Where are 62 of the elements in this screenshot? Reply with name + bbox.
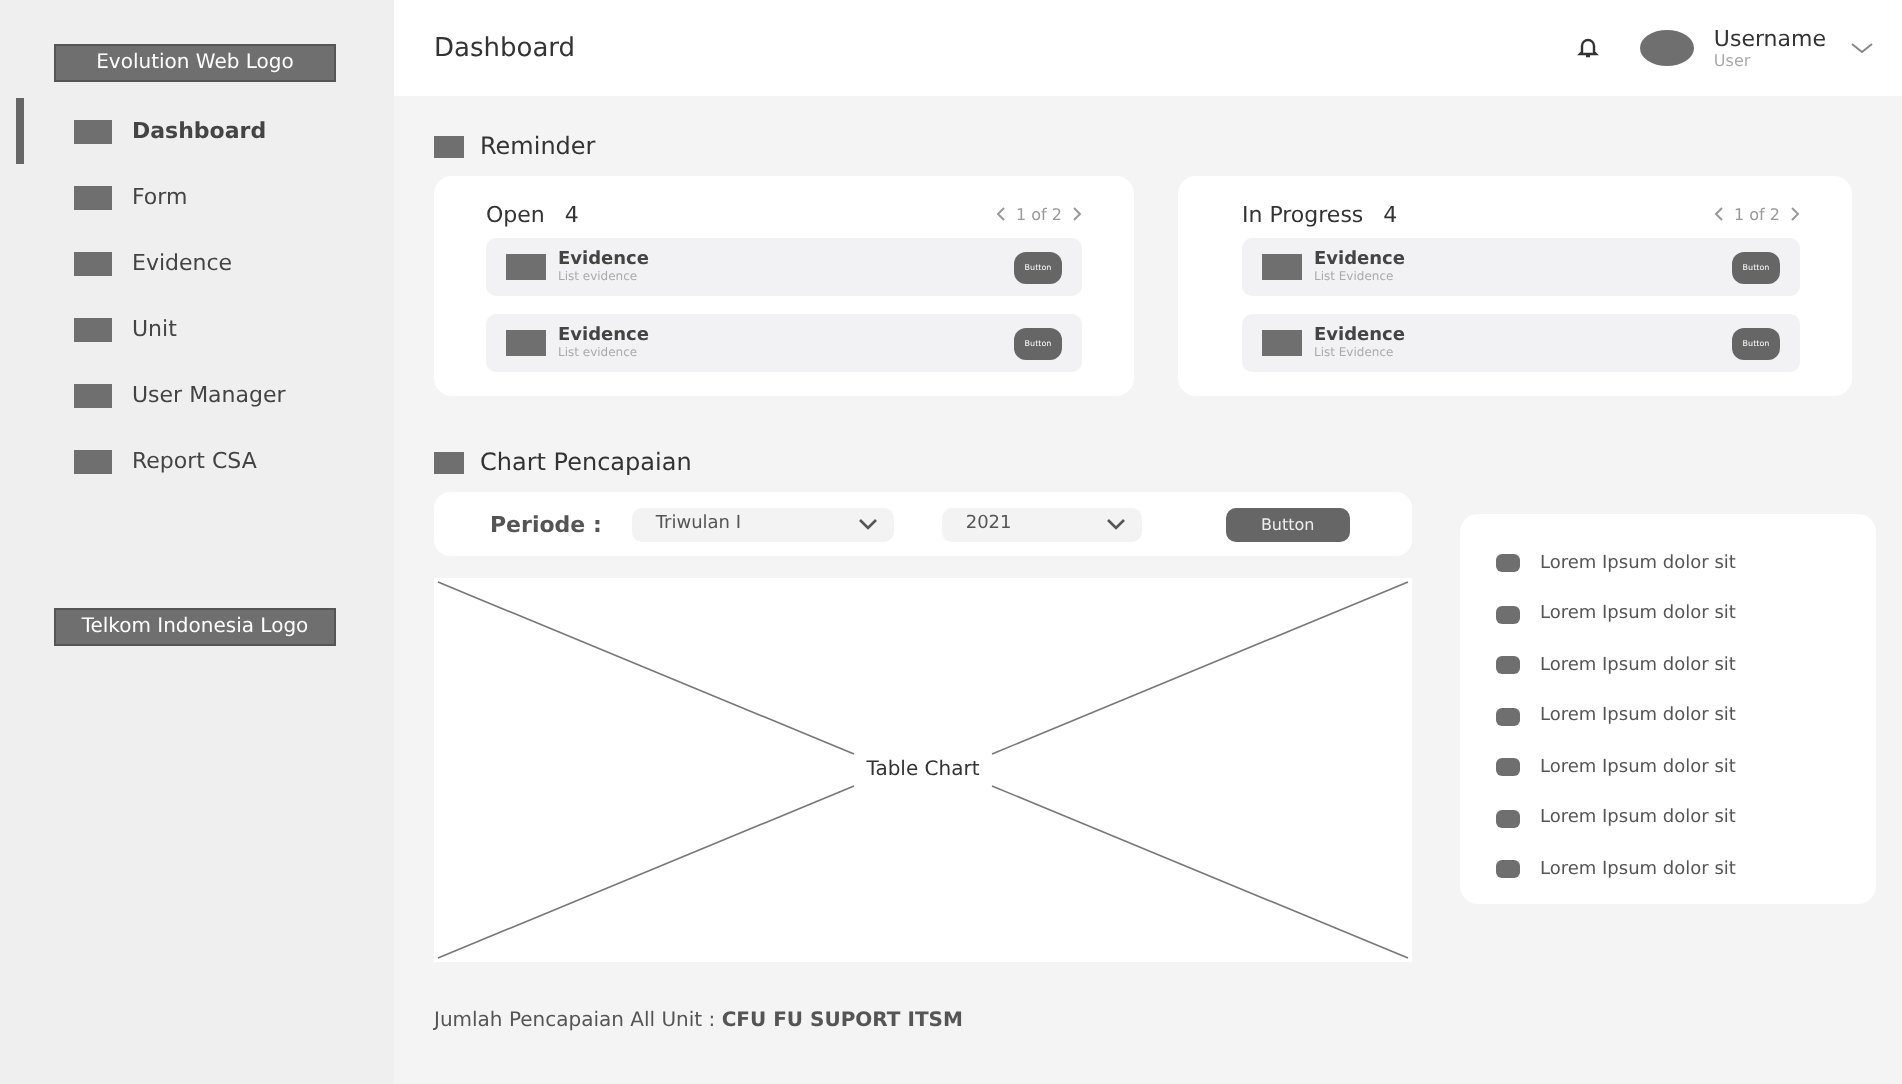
placeholder-icon	[1262, 254, 1302, 280]
chevron-left-icon[interactable]	[996, 206, 1009, 222]
placeholder-icon	[74, 251, 112, 275]
card-title: In Progress	[1242, 201, 1364, 227]
user-role: User	[1713, 52, 1753, 70]
dropdown[interactable]: Triwulan I	[631, 507, 894, 541]
section-title: Reminder	[480, 132, 596, 160]
chevron-down-icon[interactable]	[1850, 40, 1874, 56]
legend-marker	[1496, 860, 1520, 879]
legend-label: Lorem Ipsum dolor sit	[1540, 655, 1736, 676]
item-title: Evidence	[1314, 326, 1407, 346]
sidebar-item[interactable]: Unit	[0, 296, 394, 362]
filter-button[interactable]: Button	[1225, 507, 1350, 541]
section-title: Chart Pencapaian	[480, 448, 692, 476]
legend-marker	[1496, 758, 1520, 777]
legend-marker	[1496, 605, 1520, 624]
sidebar-item[interactable]: User Manager	[0, 362, 394, 428]
placeholder-icon	[74, 383, 112, 407]
sidebar-item[interactable]: Report CSA	[0, 428, 394, 494]
legend-label: Lorem Ipsum dolor sit	[1540, 859, 1736, 880]
placeholder-icon	[74, 185, 112, 209]
item-title: Evidence	[558, 326, 651, 346]
placeholder-icon	[1262, 330, 1302, 356]
placeholder-icon	[506, 330, 546, 356]
avatar[interactable]	[1639, 30, 1694, 66]
chevron-down-icon	[1105, 518, 1126, 530]
legend-marker	[1496, 656, 1520, 675]
legend-label: Lorem Ipsum dolor sit	[1540, 808, 1736, 829]
placeholder-icon	[434, 135, 464, 157]
logo: Evolution Web Logo	[54, 44, 336, 82]
active-indicator	[16, 98, 24, 164]
legend-marker	[1496, 707, 1520, 726]
summary-text: Jumlah Pencapaian All Unit : CFU FU SUPORT ITSM	[434, 1010, 965, 1032]
item-title: Evidence	[558, 250, 651, 270]
sidebar-item[interactable]: Evidence	[0, 230, 394, 296]
legend-label: Lorem Ipsum dolor sit	[1540, 706, 1736, 727]
chevron-down-icon	[857, 518, 878, 530]
filter-label: Periode :	[490, 511, 602, 537]
count: 4	[1383, 201, 1400, 227]
bell-icon[interactable]	[1575, 36, 1600, 60]
placeholder-icon	[74, 317, 112, 341]
sidebar-item[interactable]: Dashboard	[0, 98, 394, 164]
dropdown[interactable]: 2021	[941, 507, 1142, 541]
user-name: Username	[1713, 26, 1826, 52]
sidebar-item[interactable]: Form	[0, 164, 394, 230]
placeholder-icon	[506, 254, 546, 280]
card-title: Open	[486, 201, 545, 227]
chevron-right-icon[interactable]	[1070, 206, 1082, 222]
placeholder-icon	[74, 449, 112, 473]
count: 4	[564, 201, 581, 227]
placeholder-icon	[74, 119, 112, 143]
legend-label: Lorem Ipsum dolor sit	[1540, 553, 1736, 574]
item-title: Evidence	[1314, 250, 1407, 270]
chevron-right-icon[interactable]	[1788, 206, 1800, 222]
chevron-left-icon[interactable]	[1714, 206, 1727, 222]
legend-marker	[1496, 809, 1520, 828]
page-title: Dashboard	[434, 33, 578, 63]
logo: Telkom Indonesia Logo	[54, 608, 336, 646]
legend-marker	[1496, 554, 1520, 573]
placeholder-icon	[434, 451, 464, 473]
legend-label: Lorem Ipsum dolor sit	[1540, 757, 1736, 778]
legend-label: Lorem Ipsum dolor sit	[1540, 604, 1736, 625]
